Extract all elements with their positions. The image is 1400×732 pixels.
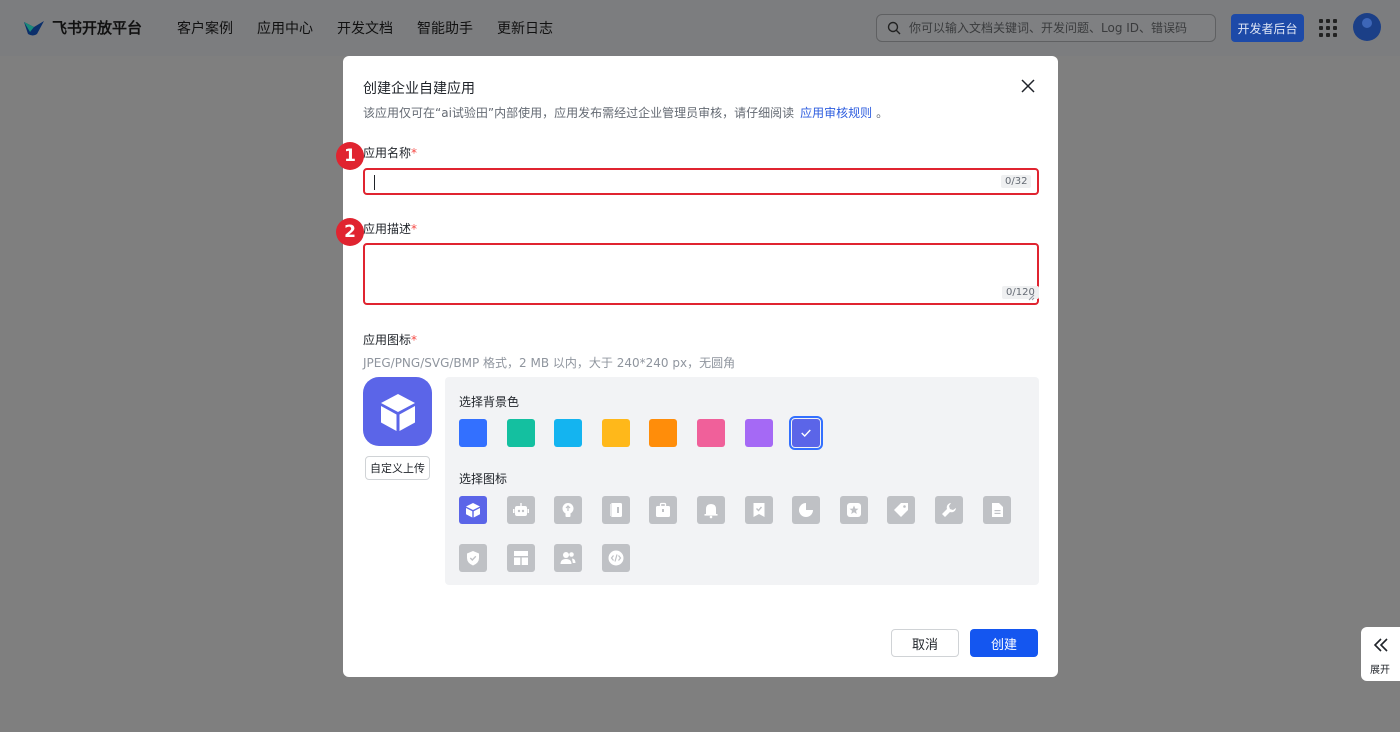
color-swatch-orange[interactable] [649,419,678,447]
shield-check-icon [467,550,479,566]
annotation-badge-1: 1 [336,142,364,170]
color-swatch-yellow[interactable] [601,419,630,447]
main-nav: 客户案例 应用中心 开发文档 智能助手 更新日志 [177,0,577,56]
choose-icon-label: 选择图标 [459,472,508,486]
icon-option-bookmark[interactable] [744,496,773,524]
nav-smart-assistant[interactable]: 智能助手 [417,18,473,38]
feishu-logo-icon [24,20,44,35]
search-icon [887,21,901,35]
icon-option-wrench[interactable] [934,496,963,524]
text-caret [374,175,375,190]
wrench-icon [941,503,956,517]
app-description-field[interactable]: 0/120 [363,243,1039,305]
color-swatch-teal[interactable] [506,419,535,447]
code-icon [608,550,624,566]
icon-option-users[interactable] [554,543,583,572]
icon-option-robot[interactable] [506,496,535,524]
lightbulb-icon [562,503,574,517]
nav-changelog[interactable]: 更新日志 [497,18,553,38]
search-input[interactable] [909,21,1209,35]
color-swatch-blue[interactable] [459,419,487,447]
cube-icon [380,393,415,431]
icon-option-shield[interactable] [459,543,487,572]
nav-app-center[interactable]: 应用中心 [257,18,313,38]
create-button[interactable]: 创建 [970,629,1038,657]
review-rules-link[interactable]: 应用审核规则 [800,106,872,120]
dialog-title: 创建企业自建应用 [363,81,475,97]
icon-picker-panel: 选择背景色 选择图标 [445,377,1039,585]
app-desc-label: 应用描述* [363,220,417,237]
icon-option-pie[interactable] [792,496,821,524]
color-swatch-purple[interactable] [744,419,773,447]
app-name-field[interactable]: 0/32 [363,168,1039,195]
bookmark-check-icon [753,503,765,517]
icon-option-code[interactable] [601,543,630,572]
apps-grid-icon[interactable] [1319,19,1337,37]
logo-text: 飞书开放平台 [52,19,143,37]
star-icon [846,503,861,517]
icon-option-document[interactable] [982,496,1011,524]
avatar[interactable] [1353,13,1381,41]
expand-panel-button[interactable]: 展开 [1361,627,1400,681]
icon-option-lightbulb[interactable] [554,496,583,524]
app-icon-hint: JPEG/PNG/SVG/BMP 格式，2 MB 以内，大于 240*240 p… [363,356,736,370]
document-icon [991,503,1003,517]
bg-color-label: 选择背景色 [459,395,520,409]
create-app-dialog: 创建企业自建应用 该应用仅可在“ai试验田”内部使用，应用发布需经过企业管理员审… [336,56,1058,677]
annotation-badge-2: 2 [336,218,364,246]
nav-customer-cases[interactable]: 客户案例 [177,18,233,38]
icon-option-bell[interactable] [696,496,725,524]
tag-icon [894,503,909,517]
pie-chart-icon [799,503,814,517]
nav-dev-docs[interactable]: 开发文档 [337,18,393,38]
subtitle-suffix: 。 [876,106,889,120]
color-swatch-cyan[interactable] [554,419,583,447]
app-icon-label: 应用图标* [363,331,417,348]
subtitle-text: 该应用仅可在“ai试验田”内部使用，应用发布需经过企业管理员审核，请仔细阅读 [363,106,795,120]
app-icon-preview [363,377,432,446]
layout-icon [513,550,528,565]
icon-options [459,496,1039,591]
robot-icon [512,503,529,516]
checkmark-icon [801,429,811,437]
briefcase-icon [656,502,671,517]
cube-icon [466,503,480,518]
icon-option-layout[interactable] [506,543,535,572]
required-mark: * [411,333,418,347]
cancel-button[interactable]: 取消 [891,629,959,657]
icon-option-star[interactable] [839,496,868,524]
app-name-label: 应用名称* [363,144,417,161]
custom-upload-button[interactable]: 自定义上传 [365,456,430,480]
bg-color-swatches [459,416,840,450]
logo[interactable]: 飞书开放平台 [22,17,142,38]
icon-option-book[interactable] [601,496,630,524]
double-chevron-left-icon [1373,638,1388,652]
book-icon [609,503,622,517]
icon-option-briefcase[interactable] [649,496,678,524]
required-mark: * [411,222,418,236]
search-box[interactable] [876,14,1216,42]
app-name-label-text: 应用名称 [363,146,412,160]
expand-label: 展开 [1370,665,1390,676]
top-navbar: 飞书开放平台 客户案例 应用中心 开发文档 智能助手 更新日志 开发者后台 [0,0,1400,56]
bell-icon [704,504,718,519]
developer-console-button[interactable]: 开发者后台 [1231,14,1304,42]
icon-option-cube[interactable] [459,496,487,524]
color-swatch-indigo[interactable] [789,416,824,450]
dialog-subtitle: 该应用仅可在“ai试验田”内部使用，应用发布需经过企业管理员审核，请仔细阅读 应用… [363,104,888,121]
users-icon [560,551,576,564]
required-mark: * [411,146,418,160]
app-name-counter: 0/32 [1001,175,1032,188]
app-icon-label-text: 应用图标 [363,333,412,347]
close-icon[interactable] [1019,77,1037,95]
color-swatch-pink[interactable] [696,419,725,447]
app-desc-label-text: 应用描述 [363,222,412,236]
resize-handle-icon[interactable] [1028,294,1035,301]
icon-option-tag[interactable] [887,496,916,524]
